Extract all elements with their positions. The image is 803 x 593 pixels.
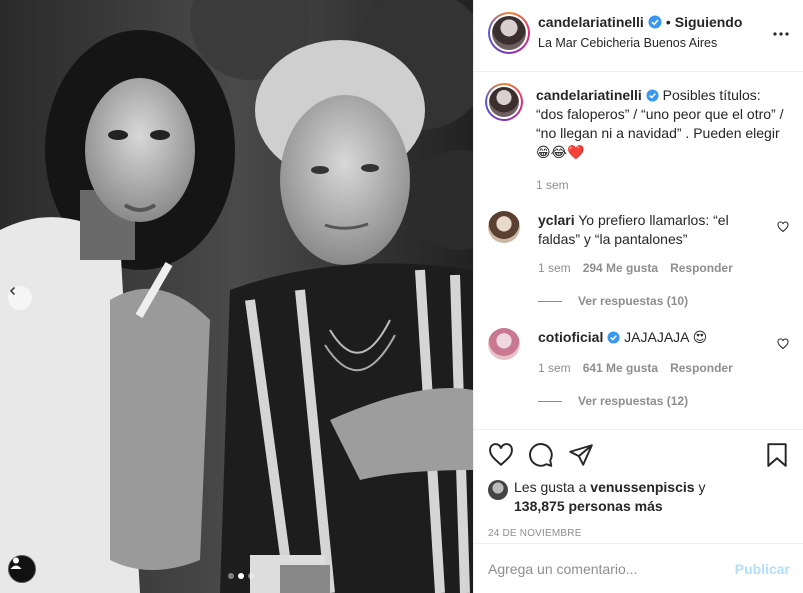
likes-summary: Les gusta a venussenpiscis y 138,875 per… bbox=[488, 478, 790, 516]
likes-others-link[interactable]: 138,875 personas más bbox=[514, 498, 663, 514]
user-icon bbox=[10, 557, 22, 569]
add-comment-input[interactable] bbox=[488, 560, 735, 577]
carousel-dots bbox=[228, 573, 254, 579]
view-replies-label: Ver respuestas (10) bbox=[578, 294, 689, 308]
post-photo[interactable] bbox=[0, 0, 473, 593]
comment-avatar[interactable] bbox=[488, 211, 520, 243]
tagged-users-button[interactable] bbox=[8, 555, 36, 583]
chevron-left-icon bbox=[9, 286, 16, 296]
likes-prefix: Les gusta a bbox=[514, 479, 587, 495]
more-horizontal-icon bbox=[773, 32, 789, 36]
follow-status-button[interactable]: Siguiendo bbox=[675, 14, 743, 30]
publish-button[interactable]: Publicar bbox=[735, 561, 790, 577]
carousel-dot bbox=[248, 573, 254, 579]
author-avatar[interactable] bbox=[488, 12, 530, 54]
comment-username[interactable]: yclari bbox=[538, 212, 575, 228]
likes-connector: y bbox=[698, 479, 706, 495]
comment-item: cotioficial JAJAJAJA 😍 1 sem 641 Me gust… bbox=[488, 328, 789, 378]
comment-text: JAJAJAJA 😍 bbox=[624, 329, 708, 345]
add-comment-bar: Publicar bbox=[474, 543, 803, 593]
comment-time: 1 sem bbox=[538, 361, 571, 375]
view-replies-label: Ver respuestas (12) bbox=[578, 394, 689, 408]
verified-badge-icon bbox=[607, 331, 620, 344]
post-modal: candelariatinelli • Siguiendo La Mar Ceb… bbox=[0, 0, 803, 593]
comment-likes[interactable]: 641 Me gusta bbox=[583, 359, 658, 378]
caption-username[interactable]: candelariatinelli bbox=[536, 87, 642, 103]
post-date: 24 DE NOVIEMBRE bbox=[488, 528, 582, 539]
share-send-icon[interactable] bbox=[568, 442, 594, 468]
comment-item: yclari Yo prefiero llamarlos: “el faldas… bbox=[488, 211, 789, 278]
like-heart-icon[interactable] bbox=[488, 442, 514, 468]
liker-username[interactable]: venussenpiscis bbox=[590, 479, 694, 495]
reply-button[interactable]: Responder bbox=[670, 259, 733, 278]
like-comment-heart-icon[interactable] bbox=[777, 221, 789, 233]
carousel-prev-button[interactable] bbox=[8, 286, 32, 310]
post-actions: Les gusta a venussenpiscis y 138,875 per… bbox=[474, 429, 803, 539]
comments-list: candelariatinelli Posibles títulos: “dos… bbox=[474, 72, 803, 429]
save-bookmark-icon[interactable] bbox=[764, 442, 790, 468]
comment-likes[interactable]: 294 Me gusta bbox=[583, 259, 658, 278]
view-replies-button[interactable]: Ver respuestas (10) bbox=[538, 294, 789, 308]
carousel-dot-active bbox=[238, 573, 244, 579]
photo-image bbox=[0, 0, 473, 593]
comment-username[interactable]: cotioficial bbox=[538, 329, 603, 345]
comment-time: 1 sem bbox=[538, 261, 571, 275]
like-comment-heart-icon[interactable] bbox=[777, 338, 789, 350]
author-username[interactable]: candelariatinelli bbox=[538, 14, 644, 30]
liker-avatar[interactable] bbox=[488, 480, 508, 500]
post-sidebar: candelariatinelli • Siguiendo La Mar Ceb… bbox=[473, 0, 803, 593]
separator-dot: • bbox=[665, 14, 671, 30]
caption-time: 1 sem bbox=[536, 178, 569, 192]
location-link[interactable]: La Mar Cebicheria Buenos Aires bbox=[538, 36, 742, 50]
reply-button[interactable]: Responder bbox=[670, 359, 733, 378]
comment-icon[interactable] bbox=[528, 442, 554, 468]
more-options-button[interactable] bbox=[773, 20, 789, 41]
carousel-dot bbox=[228, 573, 234, 579]
verified-badge-icon bbox=[648, 15, 662, 29]
caption: candelariatinelli Posibles títulos: “dos… bbox=[485, 83, 789, 195]
post-header: candelariatinelli • Siguiendo La Mar Ceb… bbox=[474, 0, 803, 72]
view-replies-button[interactable]: Ver respuestas (12) bbox=[538, 394, 789, 408]
verified-badge-icon bbox=[646, 89, 659, 102]
caption-avatar[interactable] bbox=[485, 83, 523, 121]
comment-avatar[interactable] bbox=[488, 328, 520, 360]
